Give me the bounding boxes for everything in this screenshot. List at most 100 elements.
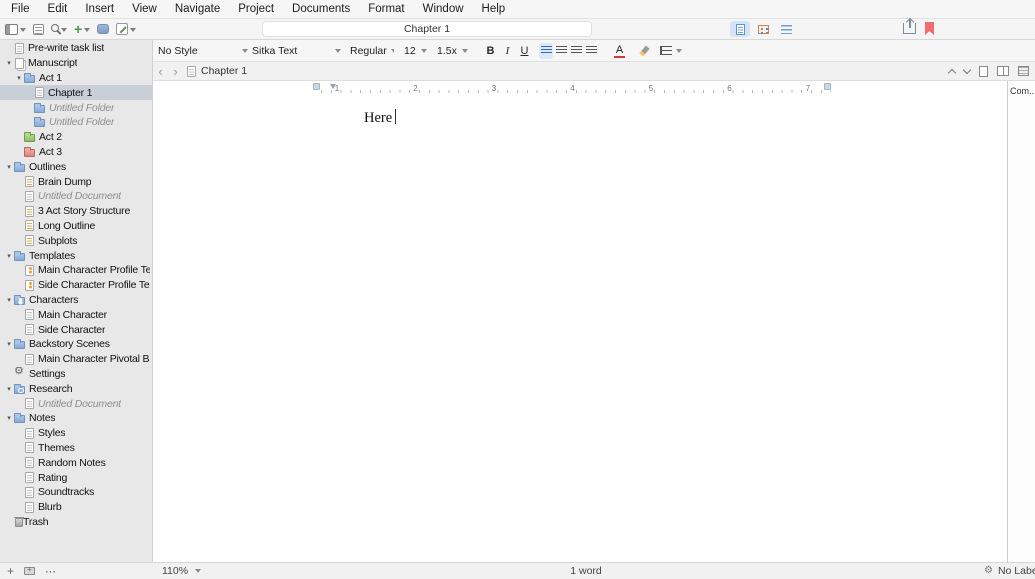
sidebar-item-untitled-document[interactable]: ▾Untitled Document [0,189,152,204]
sidebar-item-notes[interactable]: ▾Notes [0,411,152,426]
outline-view-button[interactable] [776,21,796,37]
sidebar-item-subplots[interactable]: ▾Subplots [0,233,152,248]
sidebar-item-trash[interactable]: ▾Trash [0,515,152,530]
style-dropdown[interactable]: No Style [158,45,248,57]
gear-icon[interactable]: ⚙ [984,566,993,576]
left-margin-marker[interactable] [313,83,320,90]
menu-insert[interactable]: Insert [76,0,123,18]
menu-project[interactable]: Project [229,0,283,18]
font-size-dropdown[interactable]: 12 [404,45,427,57]
sidebar-item-outlines[interactable]: ▾Outlines [0,159,152,174]
zoom-control[interactable]: 110% [162,565,201,577]
add-document-button[interactable]: + [7,565,14,577]
split-view-icon[interactable] [997,66,1009,76]
ruler[interactable]: 1234567 [153,81,1007,97]
align-justify-button[interactable] [584,43,598,59]
disclosure-triangle-icon[interactable]: ▾ [4,385,14,393]
chevron-down-icon[interactable] [963,65,971,73]
sidebar-item-act-2[interactable]: ▾Act 2 [0,130,152,145]
menu-view[interactable]: View [123,0,166,18]
disclosure-triangle-icon[interactable]: ▾ [4,59,14,67]
document-view-button[interactable] [730,21,750,37]
underline-button[interactable]: U [517,41,532,61]
sidebar-item-pre-write-task-list[interactable]: ▾Pre-write task list [0,41,152,56]
back-button[interactable]: ‹ [153,63,168,80]
line-spacing-dropdown[interactable]: 1.5x [437,45,468,57]
label-indicator[interactable]: No Label [998,565,1035,577]
sidebar-item-side-character-profile-template[interactable]: ▾Side Character Profile Template [0,278,152,293]
menu-window[interactable]: Window [414,0,473,18]
font-variant-dropdown[interactable]: Regular [350,45,394,57]
font-dropdown[interactable]: Sitka Text [252,45,341,57]
editor-text-area[interactable]: Here [153,97,1007,127]
collections-button[interactable] [33,24,44,35]
corkboard-view-button[interactable] [753,21,773,37]
right-margin-marker[interactable] [824,83,831,90]
sidebar-item-soundtracks[interactable]: ▾Soundtracks [0,485,152,500]
menu-navigate[interactable]: Navigate [166,0,229,18]
bold-button[interactable]: B [483,41,498,61]
sidebar-item-untitled-folder[interactable]: ▾Untitled Folder [0,100,152,115]
inspector-toggle-icon[interactable] [1018,66,1029,76]
sidebar-item-brain-dump[interactable]: ▾Brain Dump [0,174,152,189]
disclosure-triangle-icon[interactable]: ▾ [14,74,24,82]
sidebar-item-random-notes[interactable]: ▾Random Notes [0,455,152,470]
sidebar-item-main-character-profile-template[interactable]: ▾Main Character Profile Template [0,263,152,278]
document-title-field[interactable]: Chapter 1 [262,21,592,37]
sidebar-item-characters[interactable]: ▾Characters [0,293,152,308]
bookmark-icon[interactable] [925,22,934,35]
disclosure-triangle-icon[interactable]: ▾ [4,296,14,304]
page-icon[interactable] [979,66,988,77]
dropdown-caret-icon [421,49,427,56]
sidebar-item-rating[interactable]: ▾Rating [0,470,152,485]
italic-button[interactable]: I [500,41,515,61]
sidebar-item-main-character[interactable]: ▾Main Character [0,307,152,322]
sidebar-item-chapter-1[interactable]: ▾Chapter 1 [0,85,152,100]
menu-format[interactable]: Format [359,0,413,18]
sidebar-item-side-character[interactable]: ▾Side Character [0,322,152,337]
align-center-button[interactable] [554,43,568,59]
list-button[interactable] [660,46,682,56]
chevron-up-icon[interactable] [948,68,956,76]
compose-button[interactable] [116,23,136,35]
menu-documents[interactable]: Documents [283,0,359,18]
text-color-button[interactable]: A [614,44,625,58]
document-icon [187,66,196,77]
sidebar-item-blurb[interactable]: ▾Blurb [0,500,152,515]
add-folder-button[interactable] [24,567,35,575]
sidebar-item-templates[interactable]: ▾Templates [0,248,152,263]
add-button[interactable]: + [74,24,90,35]
disclosure-triangle-icon[interactable]: ▾ [4,252,14,260]
sidebar-item-untitled-folder[interactable]: ▾Untitled Folder [0,115,152,130]
sidebar-item-3-act-story-structure[interactable]: ▾3 Act Story Structure [0,204,152,219]
sidebar-item-themes[interactable]: ▾Themes [0,441,152,456]
sidebar-item-act-3[interactable]: ▾Act 3 [0,145,152,160]
highlight-button[interactable] [639,45,649,56]
editor-pane[interactable]: 1234567 Here [153,81,1007,562]
sidebar-item-settings[interactable]: ▾Settings [0,367,152,382]
menu-file[interactable]: File [2,0,39,18]
menu-edit[interactable]: Edit [39,0,77,18]
sidebar-item-long-outline[interactable]: ▾Long Outline [0,219,152,234]
sidebar-item-main-character-pivotal-bac[interactable]: ▾Main Character Pivotal Bac... [0,352,152,367]
align-right-button[interactable] [569,43,583,59]
forward-button[interactable]: › [168,63,183,80]
sidebar-item-act-1[interactable]: ▾Act 1 [0,71,152,86]
disclosure-triangle-icon[interactable]: ▾ [4,414,14,422]
disclosure-triangle-icon[interactable]: ▾ [4,340,14,348]
more-options-button[interactable]: ⋯ [45,565,57,578]
keywords-button[interactable] [97,24,109,34]
align-left-button[interactable] [539,43,553,59]
binder-toggle-button[interactable] [5,24,26,35]
search-button[interactable] [51,24,67,35]
editor-document-title[interactable]: Chapter 1 [201,65,247,77]
share-button[interactable] [903,23,916,34]
sidebar-item-backstory-scenes[interactable]: ▾Backstory Scenes [0,337,152,352]
disclosure-triangle-icon[interactable]: ▾ [4,163,14,171]
sidebar-item-styles[interactable]: ▾Styles [0,426,152,441]
sidebar-item-manuscript[interactable]: ▾Manuscript [0,56,152,71]
sidebar-item-research[interactable]: ▾Research [0,381,152,396]
comments-panel[interactable]: Com... [1007,81,1035,562]
menu-help[interactable]: Help [473,0,515,18]
sidebar-item-untitled-document[interactable]: ▾Untitled Document [0,396,152,411]
